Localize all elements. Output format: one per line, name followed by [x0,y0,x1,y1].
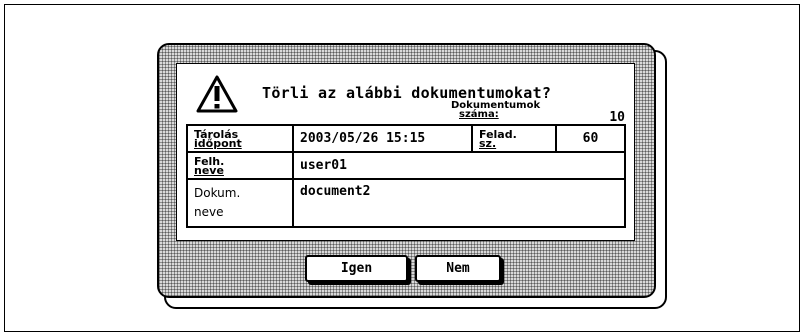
document-name-label-line2: neve [194,205,224,219]
document-name-value: document2 [292,178,626,228]
user-name-value: user01 [292,151,626,180]
stored-time-value: 2003/05/26 15:15 [292,124,473,153]
yes-button[interactable]: Igen [305,255,408,282]
table-row: Dokum. neve document2 [186,178,626,228]
table-row: Felh. neve user01 [186,151,626,180]
warning-triangle-icon [196,75,238,113]
table-row: Tárolás időpont 2003/05/26 15:15 Felad. … [186,124,626,153]
job-number-value: 60 [555,124,626,153]
document-info-table: Tárolás időpont 2003/05/26 15:15 Felad. … [186,124,626,228]
no-button[interactable]: Nem [415,255,501,282]
user-name-label-line2: neve [194,163,224,177]
document-count-label: Dokumentumok száma: [451,101,561,120]
job-number-label: Felad. sz. [471,124,557,153]
document-name-label-line1: Dokum. [194,186,241,200]
document-count-value: 10 [609,110,625,125]
stored-time-label-line2: időpont [194,136,242,150]
stored-time-label: Tárolás időpont [186,124,294,153]
user-name-label: Felh. neve [186,151,294,180]
document-name-label: Dokum. neve [186,178,294,228]
document-count-label-line2: száma: [459,109,499,120]
